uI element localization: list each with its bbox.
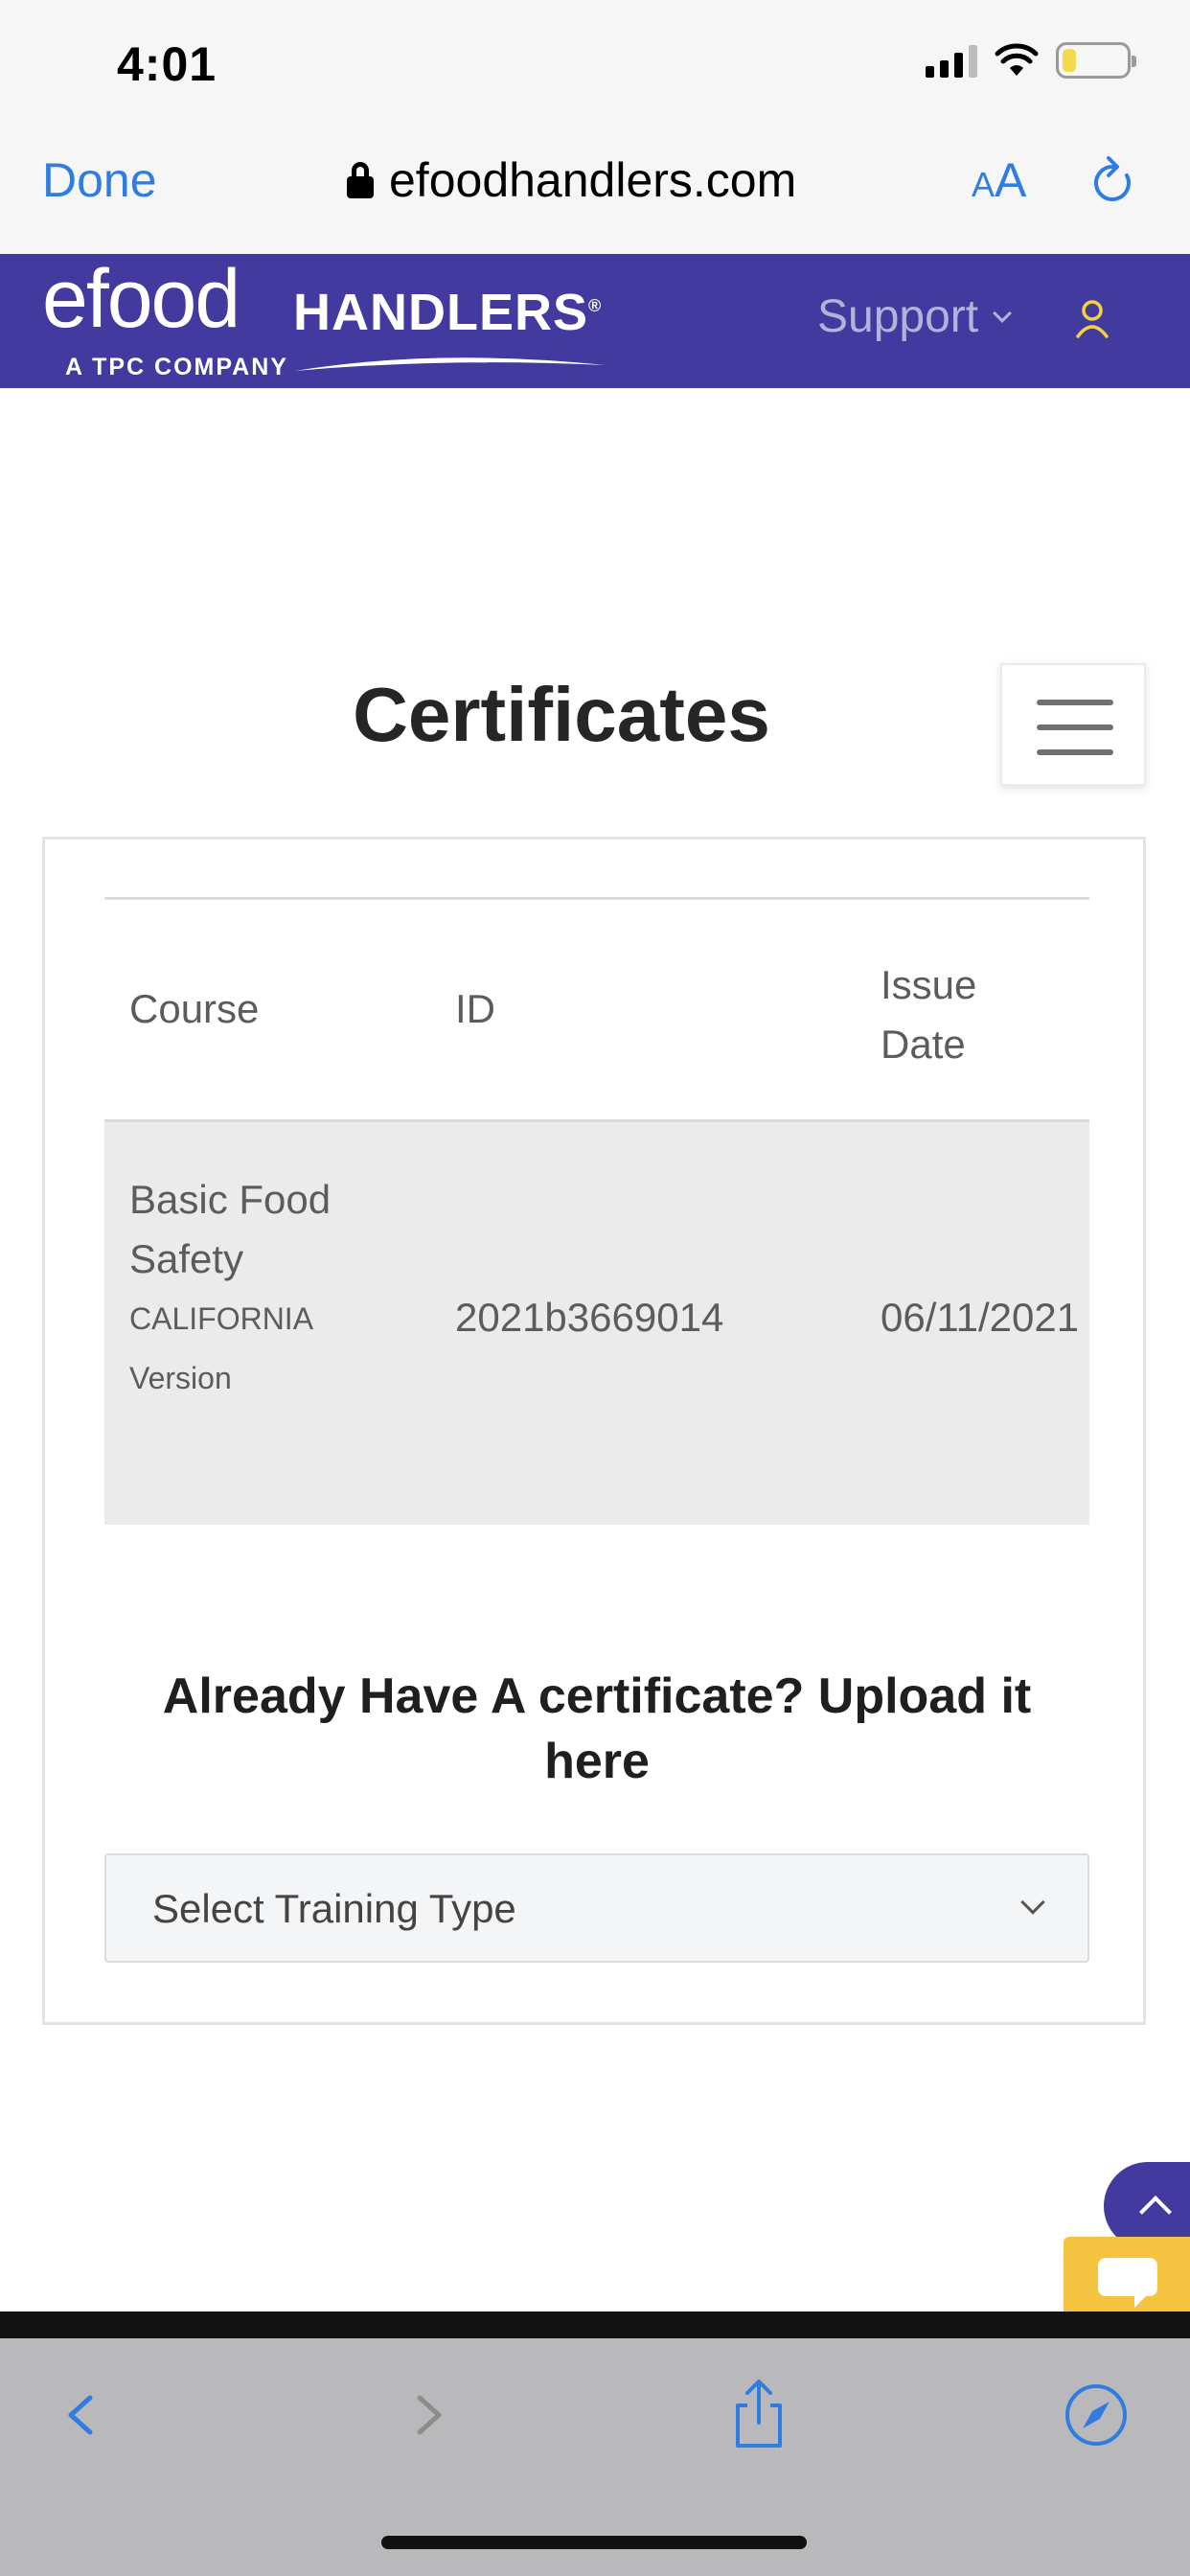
chevron-up-icon (1139, 2196, 1172, 2228)
cell-course: Basic Food Safety CALIFORNIA Version (129, 1170, 398, 1408)
logo-tagline: A TPC COMPANY (65, 354, 288, 380)
hamburger-menu-icon[interactable] (1000, 663, 1146, 786)
text-size-small-label: A (972, 165, 995, 204)
logo-handlers-text: HANDLERS® (293, 284, 603, 341)
toolbar-divider (0, 2312, 1190, 2338)
wifi-icon (995, 43, 1039, 76)
status-time: 4:01 (117, 37, 217, 91)
user-icon[interactable] (1073, 298, 1111, 340)
support-menu[interactable]: Support (817, 290, 1013, 343)
upload-heading: Already Have A certificate? Upload it he… (162, 1668, 1032, 1789)
page-title: Certificates (353, 672, 770, 757)
chevron-down-icon (993, 303, 1013, 323)
logo-efood-text: efood (42, 253, 240, 345)
chevron-down-icon (1020, 1890, 1045, 1915)
signal-strength-icon (926, 43, 977, 78)
cell-certificate-id: 2021b3669014 (455, 1295, 724, 1340)
certificates-card: Course ID Issue Date Basic Food Safety C… (42, 837, 1146, 2025)
battery-icon (1056, 42, 1136, 79)
training-type-select-value: Select Training Type (152, 1886, 516, 1931)
home-indicator (381, 2536, 807, 2549)
column-header-course: Course (129, 986, 260, 1031)
efoodhandlers-logo[interactable]: efood HANDLERS® A TPC COMPANY (42, 253, 606, 384)
course-version: CALIFORNIA Version (129, 1301, 312, 1395)
column-header-issue-date: Issue Date (881, 962, 977, 1067)
status-icons (926, 42, 1136, 79)
table-row[interactable]: Basic Food Safety CALIFORNIA Version 202… (104, 1122, 1089, 1525)
share-icon[interactable] (721, 2377, 797, 2453)
back-arrow-icon[interactable] (46, 2377, 123, 2453)
text-size-button[interactable]: AA (972, 152, 1026, 208)
chat-bubble-icon (1098, 2258, 1157, 2308)
browser-address-bar: Done efoodhandlers.com AA (0, 129, 1190, 254)
logo-swoosh (295, 357, 606, 371)
url-field[interactable]: efoodhandlers.com (347, 152, 796, 208)
done-button[interactable]: Done (42, 152, 157, 208)
training-type-select[interactable]: Select Training Type (104, 1853, 1089, 1963)
chat-button[interactable] (1064, 2237, 1190, 2319)
site-header: efood HANDLERS® A TPC COMPANY Support (0, 253, 1190, 388)
status-bar: 4:01 (0, 0, 1190, 129)
column-header-id: ID (455, 986, 495, 1031)
certificates-table: Course ID Issue Date Basic Food Safety C… (104, 897, 1089, 1525)
lock-icon (347, 162, 374, 198)
table-header-row: Course ID Issue Date (104, 900, 1089, 1122)
text-size-big-label: A (995, 153, 1027, 207)
compass-icon[interactable] (1058, 2377, 1134, 2453)
url-text: efoodhandlers.com (389, 153, 797, 207)
support-label: Support (817, 291, 979, 342)
reload-icon[interactable] (1088, 154, 1138, 212)
course-name: Basic Food Safety (129, 1177, 332, 1281)
forward-arrow-icon[interactable] (387, 2377, 464, 2453)
cell-issue-date: 06/11/2021 (881, 1295, 1080, 1340)
